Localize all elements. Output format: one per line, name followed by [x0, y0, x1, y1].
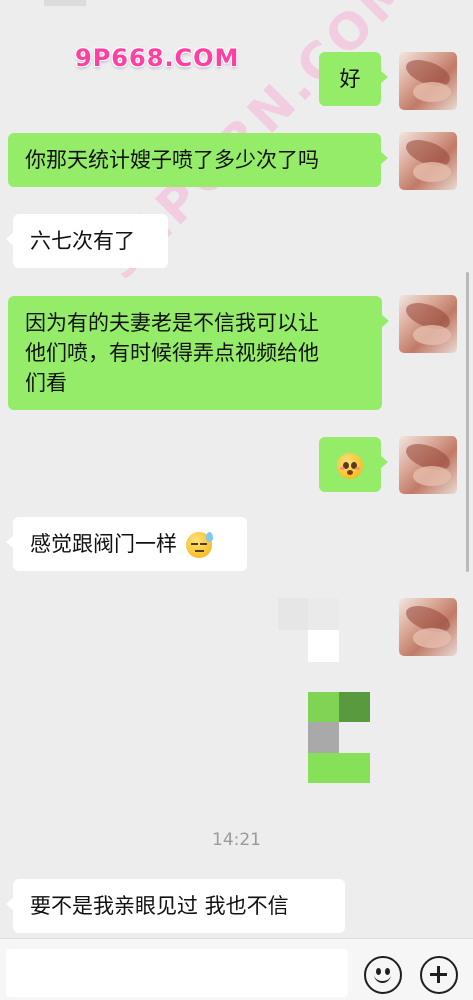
input-bar — [0, 938, 473, 1000]
smiley-icon[interactable] — [364, 956, 402, 994]
message-line: 们看 — [25, 371, 67, 395]
my-avatar[interactable] — [399, 598, 457, 656]
scrollbar[interactable] — [466, 272, 469, 572]
message-line: 因为有的夫妻老是不信我可以让 — [25, 311, 319, 335]
my-avatar[interactable] — [399, 132, 457, 190]
downcast-sweat-face-emoji — [185, 532, 213, 558]
censored-image-message[interactable] — [278, 598, 372, 788]
message-bubble-me[interactable]: 因为有的夫妻老是不信我可以让 他们喷，有时候得弄点视频给他 们看 — [8, 296, 389, 410]
plus-icon[interactable] — [420, 956, 458, 994]
top-accent — [44, 0, 86, 6]
message-text: 好 — [339, 67, 361, 91]
my-avatar[interactable] — [399, 436, 457, 494]
my-avatar[interactable] — [399, 52, 457, 110]
message-text: 六七次有了 — [30, 229, 135, 253]
message-bubble-other[interactable]: 要不是我亲眼见过 我也不信 — [6, 879, 345, 933]
message-text: 感觉跟阀门一样 — [30, 532, 177, 556]
timestamp: 14:21 — [212, 830, 261, 850]
message-text: 要不是我亲眼见过 我也不信 — [30, 894, 289, 918]
message-bubble-me[interactable]: 好 — [319, 52, 388, 106]
message-text: 你那天统计嫂子喷了多少次了吗 — [25, 148, 319, 172]
message-input[interactable] — [6, 949, 348, 997]
message-line: 他们喷，有时候得弄点视频给他 — [25, 341, 319, 365]
message-bubble-other[interactable]: 六七次有了 — [6, 214, 168, 268]
message-bubble-other[interactable]: 感觉跟阀门一样 — [6, 517, 247, 571]
flushed-face-emoji — [337, 453, 363, 479]
message-bubble-me[interactable] — [319, 437, 388, 492]
watermark-top: 9P668.COM — [75, 44, 240, 72]
message-bubble-me[interactable]: 你那天统计嫂子喷了多少次了吗 — [8, 133, 388, 187]
my-avatar[interactable] — [399, 295, 457, 353]
